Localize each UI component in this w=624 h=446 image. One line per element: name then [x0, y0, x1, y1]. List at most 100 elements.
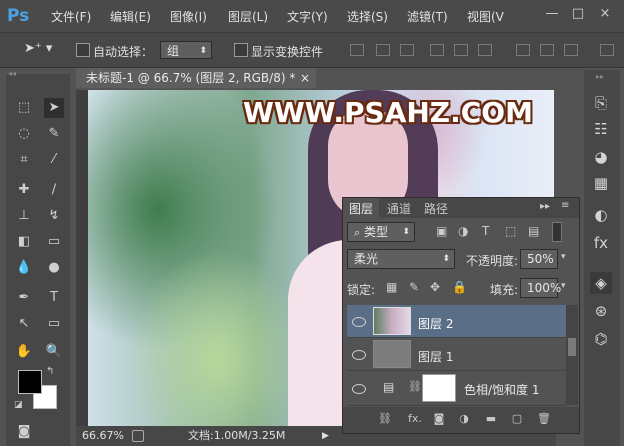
lock-all-icon[interactable]: 🔒: [452, 280, 467, 294]
zoom-tool-icon[interactable]: 🔍: [44, 342, 64, 362]
lock-transparent-icon[interactable]: ▦: [386, 280, 397, 294]
menu-edit[interactable]: 编辑(E): [110, 8, 151, 25]
shape-tool-icon[interactable]: ▭: [44, 314, 64, 334]
quick-mask-icon[interactable]: ◙: [14, 422, 34, 442]
layer-mask-thumbnail[interactable]: [422, 374, 456, 402]
history-brush-icon[interactable]: ↯: [44, 206, 64, 226]
path-select-tool-icon[interactable]: ↖: [14, 314, 34, 334]
tab-layers[interactable]: 图层: [349, 200, 373, 217]
menu-select[interactable]: 选择(S): [347, 8, 388, 25]
auto-select-dropdown[interactable]: 组 ⬍: [160, 41, 212, 59]
add-style-button[interactable]: fx.: [404, 412, 426, 426]
filter-smart-object-icon[interactable]: ▤: [528, 224, 539, 238]
menu-type[interactable]: 文字(Y): [287, 8, 328, 25]
eyedropper-tool-icon[interactable]: ⁄: [44, 150, 64, 170]
fill-slider-arrow-icon[interactable]: ▾: [561, 281, 566, 291]
link-layers-icon[interactable]: ⛓: [378, 412, 392, 426]
zoom-level[interactable]: 66.67%: [82, 426, 124, 446]
mask-link-icon[interactable]: ⛓: [408, 380, 422, 393]
align-vcenter-icon[interactable]: [376, 44, 390, 56]
blur-tool-icon[interactable]: 💧: [14, 258, 34, 278]
filter-shape-icon[interactable]: ⬚: [505, 224, 516, 238]
document-tab[interactable]: 未标题-1 @ 66.7% (图层 2, RGB/8) * ×: [76, 68, 316, 88]
type-tool-icon[interactable]: T: [44, 288, 64, 308]
fill-input[interactable]: 100%: [520, 278, 561, 298]
foreground-color-front[interactable]: [18, 370, 42, 394]
tab-channels[interactable]: 通道: [387, 200, 411, 217]
align-hcenter-icon[interactable]: [454, 44, 468, 56]
crop-tool-icon[interactable]: ⌗: [14, 150, 34, 170]
adjustments-panel-icon[interactable]: ◐: [590, 204, 612, 226]
menu-file[interactable]: 文件(F): [51, 8, 91, 25]
hand-tool-icon[interactable]: ✋: [14, 342, 34, 362]
layers-scrollbar-thumb[interactable]: [568, 338, 576, 356]
swatches-panel-icon[interactable]: ▦: [590, 172, 612, 194]
opacity-slider-arrow-icon[interactable]: ▾: [561, 252, 566, 262]
menu-layer[interactable]: 图层(L): [228, 8, 268, 25]
healing-brush-icon[interactable]: ✚: [14, 180, 34, 200]
new-adjustment-icon[interactable]: ◑: [457, 412, 471, 426]
gradient-tool-icon[interactable]: ▭: [44, 232, 64, 252]
layer-name[interactable]: 图层 2: [418, 315, 453, 332]
properties-panel-icon[interactable]: ☷: [590, 118, 612, 140]
align-top-icon[interactable]: [350, 44, 364, 56]
filter-toggle[interactable]: [552, 222, 562, 242]
history-panel-icon[interactable]: ⎘: [590, 92, 612, 114]
menu-image[interactable]: 图像(I): [170, 8, 207, 25]
eraser-tool-icon[interactable]: ◧: [14, 232, 34, 252]
toolbar-collapse-icon[interactable]: ◂◂: [8, 70, 68, 78]
show-transform-checkbox[interactable]: [234, 43, 248, 57]
layer-name[interactable]: 图层 1: [418, 348, 453, 365]
channels-panel-icon[interactable]: ⊛: [590, 300, 612, 322]
lock-position-icon[interactable]: ✥: [430, 280, 440, 294]
panel-menu-icon[interactable]: ≡: [561, 200, 569, 211]
layer-visibility-eye-icon[interactable]: [352, 317, 366, 327]
clone-stamp-icon[interactable]: ⊥: [14, 206, 34, 226]
layer-visibility-eye-icon[interactable]: [352, 384, 366, 394]
color-panel-icon[interactable]: ◕: [590, 146, 612, 168]
add-mask-icon[interactable]: ◙: [432, 412, 446, 426]
menu-filter[interactable]: 滤镜(T): [407, 8, 448, 25]
lock-pixels-icon[interactable]: ✎: [409, 280, 419, 294]
menu-view[interactable]: 视图(V: [467, 8, 504, 25]
distribute-vcenter-icon[interactable]: [540, 44, 554, 56]
layers-panel-icon[interactable]: ◈: [590, 272, 612, 294]
pen-tool-icon[interactable]: ✒: [14, 288, 34, 308]
swap-colors-icon[interactable]: ↰: [46, 366, 54, 377]
document-tab-close-button[interactable]: ×: [300, 68, 310, 88]
lasso-tool-icon[interactable]: ◌: [14, 124, 34, 144]
align-bottom-icon[interactable]: [400, 44, 414, 56]
layer-name[interactable]: 色相/饱和度 1: [464, 381, 540, 398]
auto-select-checkbox[interactable]: [76, 43, 90, 57]
filter-pixel-icon[interactable]: ▣: [436, 224, 447, 238]
layer-visibility-eye-icon[interactable]: [352, 350, 366, 360]
new-group-icon[interactable]: ▬: [484, 412, 498, 426]
distribute-bottom-icon[interactable]: [564, 44, 578, 56]
tab-paths[interactable]: 路径: [424, 200, 448, 217]
new-layer-icon[interactable]: ▢: [510, 412, 524, 426]
quick-select-tool-icon[interactable]: ✎: [44, 124, 64, 144]
align-right-icon[interactable]: [478, 44, 492, 56]
status-share-icon[interactable]: [132, 430, 144, 442]
maximize-button[interactable]: □: [566, 4, 590, 24]
status-menu-arrow-icon[interactable]: ▶: [322, 426, 329, 446]
default-colors-icon[interactable]: ◪: [14, 400, 23, 410]
delete-layer-icon[interactable]: 🗑: [537, 412, 551, 426]
move-tool-icon[interactable]: ➤: [44, 98, 64, 118]
filter-type-icon[interactable]: T: [482, 224, 489, 238]
marquee-tool-icon[interactable]: ⬚: [14, 98, 34, 118]
panel-collapse-icon[interactable]: ▸▸: [540, 201, 550, 212]
distribute-top-icon[interactable]: [516, 44, 530, 56]
minimize-button[interactable]: —: [540, 4, 564, 24]
distribute-left-icon[interactable]: [600, 44, 614, 56]
dock-collapse-icon[interactable]: ▸▸: [596, 72, 604, 81]
blend-mode-dropdown[interactable]: 柔光 ⬍: [347, 249, 455, 269]
layer-filter-dropdown[interactable]: ⌕ 类型 ⬍: [347, 222, 415, 242]
brush-tool-icon[interactable]: ∕: [44, 180, 64, 200]
filter-adjustment-icon[interactable]: ◑: [458, 224, 468, 238]
align-left-icon[interactable]: [430, 44, 444, 56]
paths-panel-icon[interactable]: ⌬: [590, 328, 612, 350]
styles-panel-icon[interactable]: fx: [590, 232, 612, 254]
close-window-button[interactable]: ×: [593, 4, 617, 24]
opacity-input[interactable]: 50%: [520, 249, 558, 269]
